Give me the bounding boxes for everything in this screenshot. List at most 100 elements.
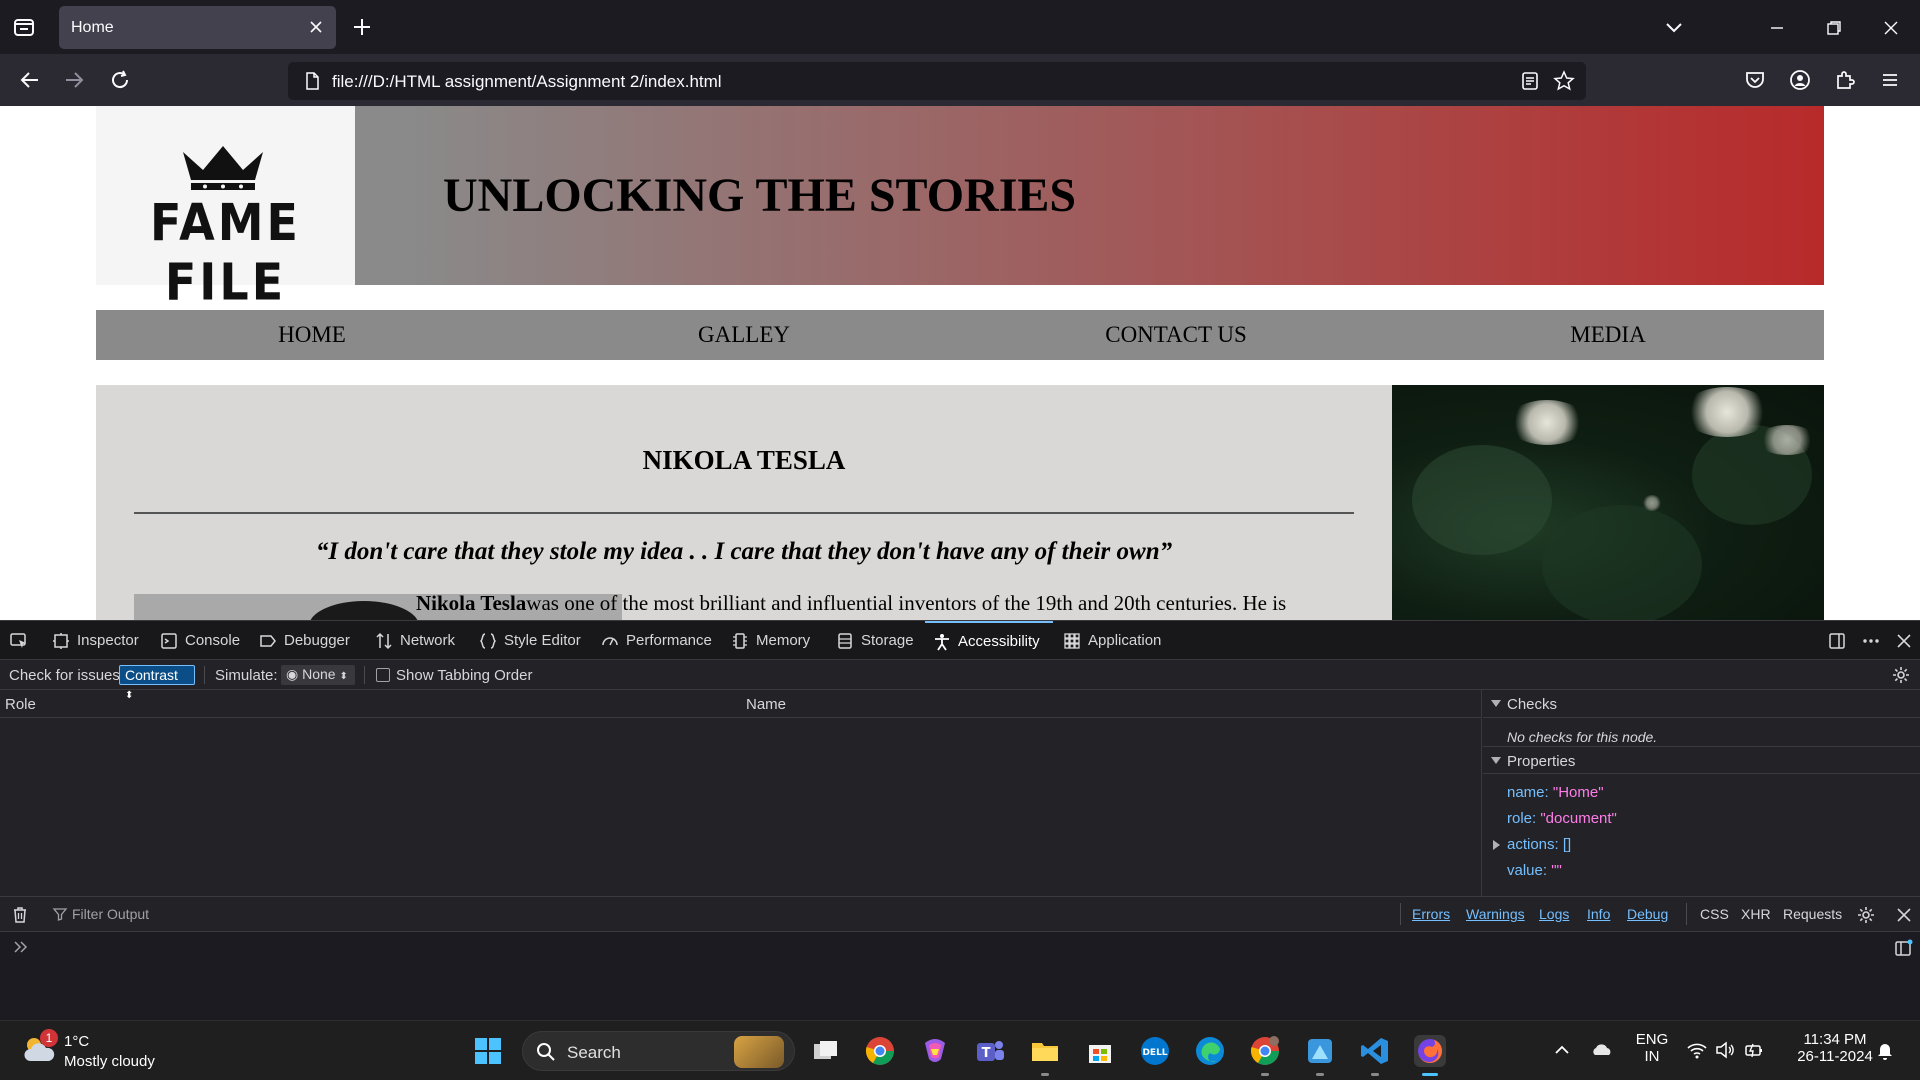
- search-label: Search: [567, 1043, 621, 1062]
- windows-taskbar: 1 1°C Mostly cloudy Search T DELL ENG IN …: [0, 1020, 1920, 1080]
- check-issues-label: Check for issues:: [9, 667, 125, 684]
- devtools-tab-console[interactable]: Console: [160, 621, 240, 660]
- more-options-icon[interactable]: [1861, 631, 1881, 651]
- onedrive-icon[interactable]: [1591, 1039, 1613, 1061]
- devtools-tab-accessibility[interactable]: Accessibility: [925, 621, 1053, 660]
- forward-icon[interactable]: [62, 68, 86, 92]
- new-tab-icon[interactable]: [350, 15, 374, 39]
- file-explorer-icon[interactable]: [1029, 1035, 1061, 1067]
- accessibility-tree[interactable]: Role Name: [0, 690, 1482, 896]
- menu-icon[interactable]: [1878, 68, 1902, 92]
- menu-item-contact-us[interactable]: CONTACT US: [960, 310, 1392, 360]
- console-input-area[interactable]: [0, 932, 1920, 1020]
- checks-section-header[interactable]: Checks: [1483, 690, 1920, 718]
- settings-gear-icon[interactable]: [1891, 665, 1911, 685]
- dock-side-icon[interactable]: [1827, 631, 1847, 651]
- property-role: role: "document": [1507, 810, 1617, 827]
- task-view-icon[interactable]: [810, 1035, 842, 1067]
- window-close-icon[interactable]: [1879, 16, 1903, 40]
- tab-list-icon[interactable]: [10, 13, 38, 41]
- devtools-close-icon[interactable]: [1894, 631, 1914, 651]
- filter-requests[interactable]: Requests: [1783, 906, 1842, 922]
- console-close-icon[interactable]: [1894, 905, 1914, 925]
- devtools-tab-inspector[interactable]: Inspector: [52, 621, 139, 660]
- taskbar-search[interactable]: Search: [522, 1031, 795, 1071]
- filter-info[interactable]: Info: [1587, 906, 1610, 922]
- wifi-icon[interactable]: [1686, 1039, 1708, 1061]
- chevron-up-icon[interactable]: [1551, 1039, 1573, 1061]
- filter-errors[interactable]: Errors: [1412, 906, 1450, 922]
- split-console-icon[interactable]: [1893, 938, 1913, 958]
- header-title: UNLOCKING THE STORIES: [443, 169, 1077, 222]
- chrome-profile-icon[interactable]: [1249, 1035, 1281, 1067]
- bookmark-star-icon[interactable]: [1553, 70, 1575, 92]
- element-picker-icon[interactable]: [9, 631, 29, 651]
- chevron-double-right-icon: [12, 938, 30, 956]
- style-editor-icon: [479, 632, 497, 650]
- paint-app-icon[interactable]: [1304, 1035, 1336, 1067]
- weather-temperature[interactable]: 1°C: [64, 1033, 89, 1050]
- extensions-icon[interactable]: [1833, 68, 1857, 92]
- devtools-tab-application[interactable]: Application: [1063, 621, 1161, 660]
- devtools-tab-network[interactable]: Network: [375, 621, 455, 660]
- account-icon[interactable]: [1788, 68, 1812, 92]
- notification-bell-icon[interactable]: [1874, 1039, 1896, 1061]
- reader-view-icon[interactable]: [1519, 70, 1541, 92]
- volume-icon[interactable]: [1714, 1039, 1736, 1061]
- minimize-icon[interactable]: [1765, 16, 1789, 40]
- crown-icon: [179, 142, 267, 192]
- windows-start-icon[interactable]: [472, 1035, 504, 1067]
- column-name[interactable]: Name: [746, 696, 786, 713]
- teams-icon[interactable]: T: [974, 1035, 1006, 1067]
- microsoft-store-icon[interactable]: [1084, 1035, 1116, 1067]
- menu-item-home[interactable]: HOME: [96, 310, 528, 360]
- trash-icon[interactable]: [10, 905, 30, 925]
- url-text[interactable]: file:///D:/HTML assignment/Assignment 2/…: [332, 72, 722, 92]
- expand-actions-icon[interactable]: [1493, 840, 1500, 850]
- chevron-down-icon[interactable]: [1662, 16, 1686, 40]
- properties-section-header[interactable]: Properties: [1483, 746, 1920, 774]
- filter-warnings[interactable]: Warnings: [1466, 906, 1525, 922]
- pocket-icon[interactable]: [1743, 68, 1767, 92]
- edge-icon[interactable]: [1194, 1035, 1226, 1067]
- restore-icon[interactable]: [1822, 16, 1846, 40]
- reload-icon[interactable]: [108, 68, 132, 92]
- site-logo[interactable]: FAME FILE: [96, 106, 355, 311]
- debugger-icon: [259, 632, 277, 650]
- menu-item-galley[interactable]: GALLEY: [528, 310, 960, 360]
- simulate-select[interactable]: ◉ None ⬍: [281, 665, 355, 685]
- firefox-icon[interactable]: [1414, 1035, 1446, 1067]
- devtools-tab-performance[interactable]: Performance: [601, 621, 712, 660]
- menu-item-media[interactable]: MEDIA: [1392, 310, 1824, 360]
- filter-css[interactable]: CSS: [1700, 906, 1729, 922]
- filter-logs[interactable]: Logs: [1539, 906, 1569, 922]
- devtools-tab-style-editor[interactable]: Style Editor: [479, 621, 581, 660]
- filter-debug[interactable]: Debug: [1627, 906, 1668, 922]
- battery-icon[interactable]: [1743, 1039, 1765, 1061]
- console-toolbar: Filter Output Errors Warnings Logs Info …: [0, 896, 1920, 932]
- copilot-icon[interactable]: [919, 1035, 951, 1067]
- chrome-icon[interactable]: [864, 1035, 896, 1067]
- tabbing-order-checkbox[interactable]: [376, 668, 390, 682]
- column-role[interactable]: Role: [5, 696, 36, 713]
- vscode-icon[interactable]: [1359, 1035, 1391, 1067]
- browser-tab-home[interactable]: Home: [59, 6, 336, 49]
- close-icon[interactable]: [306, 17, 326, 37]
- weather-description[interactable]: Mostly cloudy: [64, 1053, 155, 1070]
- filter-xhr[interactable]: XHR: [1741, 906, 1771, 922]
- devtools-tab-storage[interactable]: Storage: [836, 621, 914, 660]
- console-settings-icon[interactable]: [1856, 905, 1876, 925]
- language-indicator[interactable]: ENG IN: [1630, 1031, 1674, 1065]
- devtools-panel: Inspector Console Debugger Network Style…: [0, 620, 1920, 1020]
- devtools-tab-debugger[interactable]: Debugger: [259, 621, 350, 660]
- devtools-tab-memory[interactable]: Memory: [731, 621, 810, 660]
- performance-icon: [601, 632, 619, 650]
- svg-text:T: T: [982, 1046, 991, 1061]
- check-issues-select[interactable]: Contrast ⬍: [119, 665, 195, 701]
- property-actions[interactable]: actions: []: [1507, 836, 1571, 853]
- address-bar[interactable]: file:///D:/HTML assignment/Assignment 2/…: [288, 62, 1586, 100]
- filter-output-input[interactable]: Filter Output: [72, 906, 149, 922]
- back-icon[interactable]: [18, 68, 42, 92]
- tabbing-order-label: Show Tabbing Order: [396, 667, 533, 684]
- dell-icon[interactable]: DELL: [1139, 1035, 1171, 1067]
